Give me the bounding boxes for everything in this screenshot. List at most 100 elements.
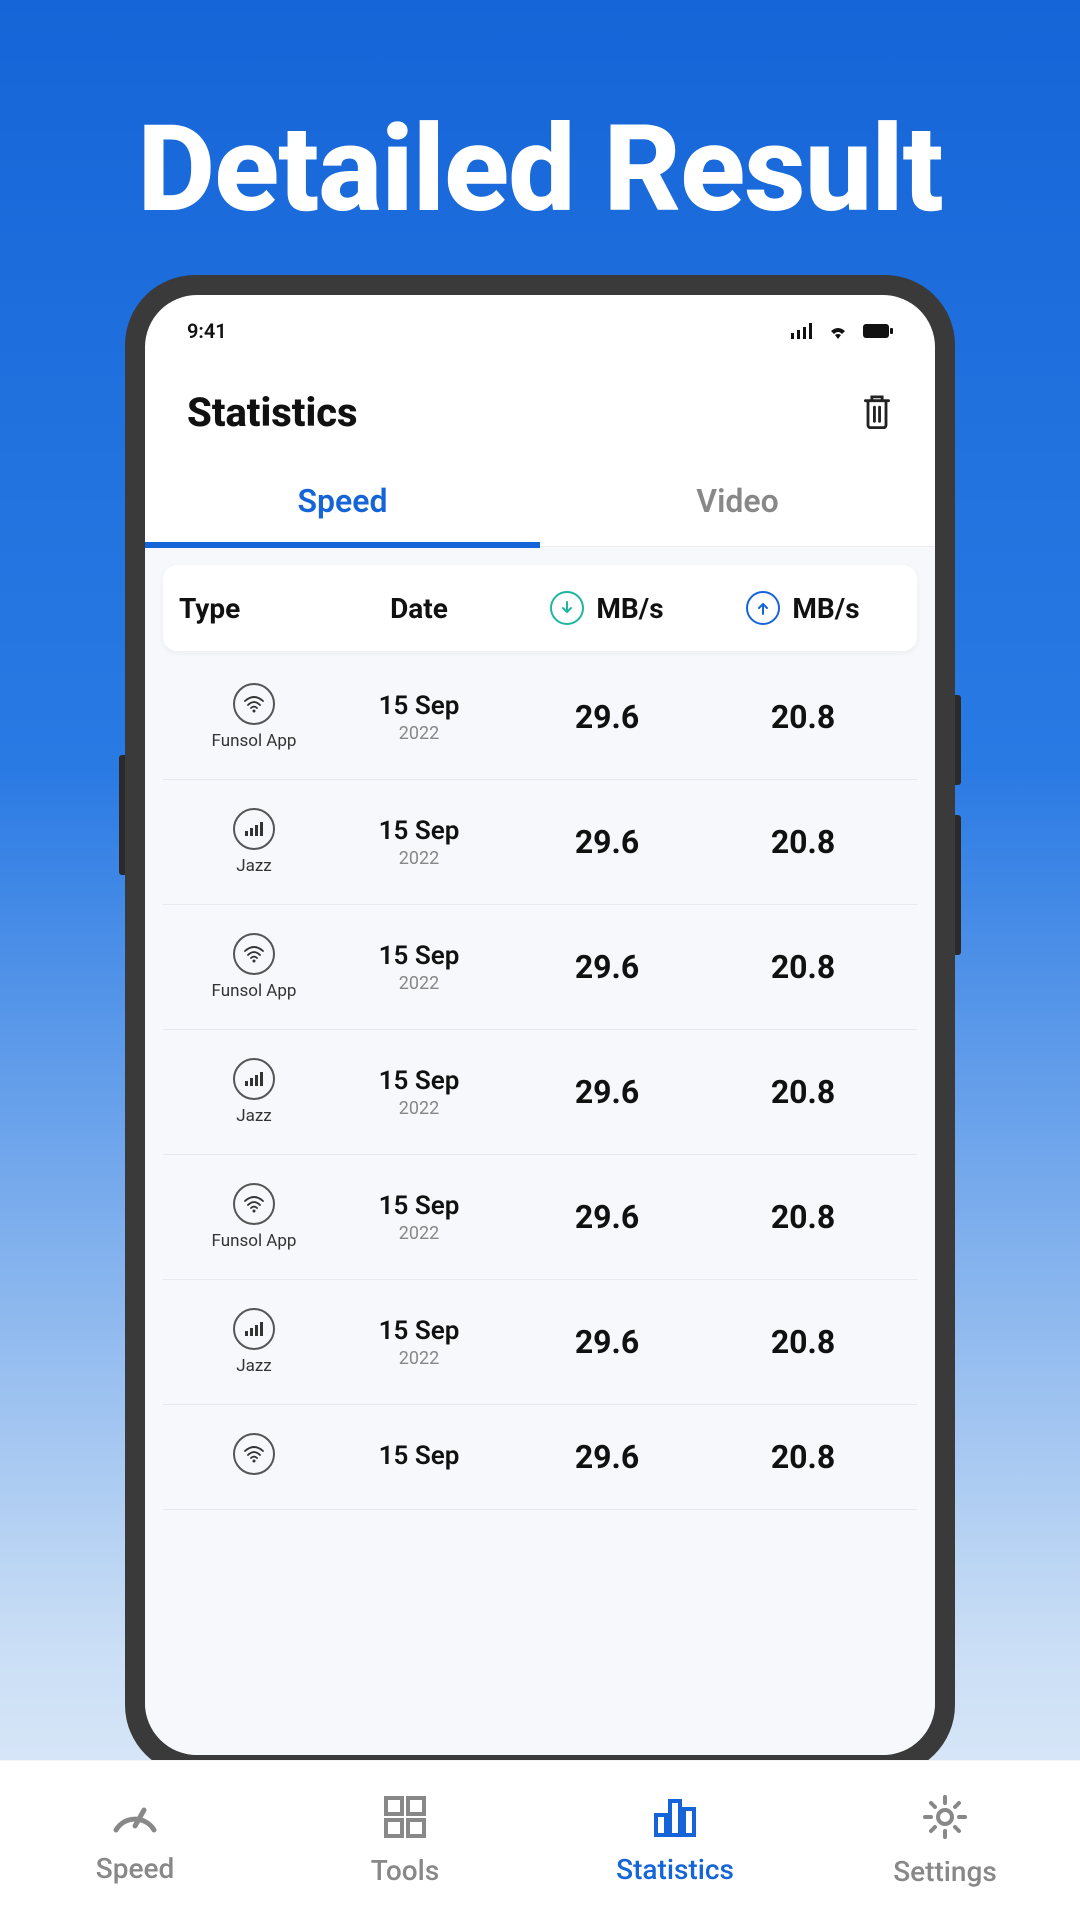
- column-header-upload-unit: MB/s: [792, 592, 859, 625]
- row-download-value: 29.6: [509, 1073, 705, 1111]
- hero-title: Detailed Result: [0, 0, 1080, 240]
- nav-item-settings[interactable]: Settings: [810, 1761, 1080, 1920]
- column-header-upload: MB/s: [705, 591, 901, 625]
- row-type-cell: Funsol App: [179, 683, 329, 751]
- row-type-cell: Funsol App: [179, 1183, 329, 1251]
- delete-button[interactable]: [861, 393, 893, 433]
- battery-icon: [863, 324, 893, 338]
- row-date: 15 Sep: [379, 1191, 460, 1221]
- column-header-download-unit: MB/s: [596, 592, 663, 625]
- row-upload-value: 20.8: [705, 1198, 901, 1236]
- tab-speed[interactable]: Speed: [145, 462, 540, 546]
- row-date-cell: 15 Sep 2022: [329, 1191, 509, 1244]
- phone-screen: 9:41 Statistics Speed Video Type Date: [145, 295, 935, 1755]
- table-row[interactable]: Funsol App 15 Sep 2022 29.6 20.8: [163, 1155, 917, 1280]
- row-date: 15 Sep: [379, 1316, 460, 1346]
- row-year: 2022: [399, 723, 439, 744]
- row-date-cell: 15 Sep 2022: [329, 816, 509, 869]
- row-download-value: 29.6: [509, 698, 705, 736]
- row-download-value: 29.6: [509, 1198, 705, 1236]
- row-date-cell: 15 Sep 2022: [329, 941, 509, 994]
- row-upload-value: 20.8: [705, 1323, 901, 1361]
- stats-icon: [650, 1795, 700, 1843]
- wifi-icon: [233, 1433, 275, 1475]
- tools-icon: [382, 1794, 428, 1844]
- nav-label: Statistics: [616, 1853, 734, 1886]
- nav-item-speed[interactable]: Speed: [0, 1761, 270, 1920]
- phone-side-button: [955, 815, 961, 955]
- nav-item-statistics[interactable]: Statistics: [540, 1761, 810, 1920]
- row-year: 2022: [399, 1348, 439, 1369]
- row-date-cell: 15 Sep: [329, 1441, 509, 1473]
- row-type-label: Jazz: [236, 1356, 272, 1376]
- table-rows: Funsol App 15 Sep 2022 29.6 20.8 Jazz 15…: [163, 655, 917, 1510]
- content-area: Type Date MB/s MB/s Funsol App: [145, 547, 935, 1755]
- wifi-icon: [233, 683, 275, 725]
- table-header: Type Date MB/s MB/s: [163, 565, 917, 651]
- column-header-download: MB/s: [509, 591, 705, 625]
- nav-item-tools[interactable]: Tools: [270, 1761, 540, 1920]
- cellular-icon: [791, 323, 813, 339]
- row-upload-value: 20.8: [705, 1438, 901, 1476]
- upload-arrow-icon: [746, 591, 780, 625]
- status-icons: [791, 323, 893, 339]
- row-upload-value: 20.8: [705, 823, 901, 861]
- row-date-cell: 15 Sep 2022: [329, 691, 509, 744]
- page-header: Statistics: [145, 353, 935, 462]
- tab-video[interactable]: Video: [540, 462, 935, 546]
- row-type-label: Funsol App: [212, 981, 297, 1001]
- row-type-cell: [179, 1433, 329, 1481]
- row-upload-value: 20.8: [705, 698, 901, 736]
- nav-label: Settings: [893, 1855, 997, 1888]
- row-upload-value: 20.8: [705, 1073, 901, 1111]
- phone-frame: 9:41 Statistics Speed Video Type Date: [125, 275, 955, 1775]
- row-date: 15 Sep: [379, 1441, 460, 1471]
- cellular-icon: [233, 1058, 275, 1100]
- row-year: 2022: [399, 848, 439, 869]
- cellular-icon: [233, 808, 275, 850]
- row-date: 15 Sep: [379, 1066, 460, 1096]
- speed-icon: [110, 1796, 160, 1842]
- trash-icon: [861, 393, 893, 429]
- row-date: 15 Sep: [379, 816, 460, 846]
- row-type-cell: Jazz: [179, 808, 329, 876]
- page-title: Statistics: [187, 389, 358, 436]
- row-year: 2022: [399, 1223, 439, 1244]
- settings-icon: [921, 1793, 969, 1845]
- row-type-cell: Jazz: [179, 1058, 329, 1126]
- row-type-cell: Funsol App: [179, 933, 329, 1001]
- row-year: 2022: [399, 1098, 439, 1119]
- row-date: 15 Sep: [379, 941, 460, 971]
- table-row[interactable]: Funsol App 15 Sep 2022 29.6 20.8: [163, 905, 917, 1030]
- nav-label: Speed: [96, 1852, 174, 1885]
- bottom-nav: Speed Tools Statistics Settings: [0, 1760, 1080, 1920]
- row-download-value: 29.6: [509, 1323, 705, 1361]
- table-row[interactable]: Funsol App 15 Sep 2022 29.6 20.8: [163, 655, 917, 780]
- row-year: 2022: [399, 973, 439, 994]
- table-row[interactable]: Jazz 15 Sep 2022 29.6 20.8: [163, 1030, 917, 1155]
- row-type-cell: Jazz: [179, 1308, 329, 1376]
- tabs: Speed Video: [145, 462, 935, 547]
- table-row[interactable]: 15 Sep 29.6 20.8: [163, 1405, 917, 1510]
- phone-side-button: [119, 755, 125, 875]
- table-row[interactable]: Jazz 15 Sep 2022 29.6 20.8: [163, 1280, 917, 1405]
- wifi-icon: [233, 933, 275, 975]
- status-time: 9:41: [187, 319, 227, 343]
- nav-label: Tools: [371, 1854, 439, 1887]
- column-header-type: Type: [179, 592, 329, 625]
- row-type-label: Jazz: [236, 856, 272, 876]
- table-row[interactable]: Jazz 15 Sep 2022 29.6 20.8: [163, 780, 917, 905]
- row-date: 15 Sep: [379, 691, 460, 721]
- column-header-date: Date: [329, 592, 509, 625]
- row-upload-value: 20.8: [705, 948, 901, 986]
- download-arrow-icon: [550, 591, 584, 625]
- wifi-icon: [233, 1183, 275, 1225]
- row-type-label: Funsol App: [212, 1231, 297, 1251]
- row-download-value: 29.6: [509, 823, 705, 861]
- row-download-value: 29.6: [509, 1438, 705, 1476]
- row-date-cell: 15 Sep 2022: [329, 1066, 509, 1119]
- row-download-value: 29.6: [509, 948, 705, 986]
- row-type-label: Jazz: [236, 1106, 272, 1126]
- status-bar: 9:41: [145, 295, 935, 353]
- phone-side-button: [955, 695, 961, 785]
